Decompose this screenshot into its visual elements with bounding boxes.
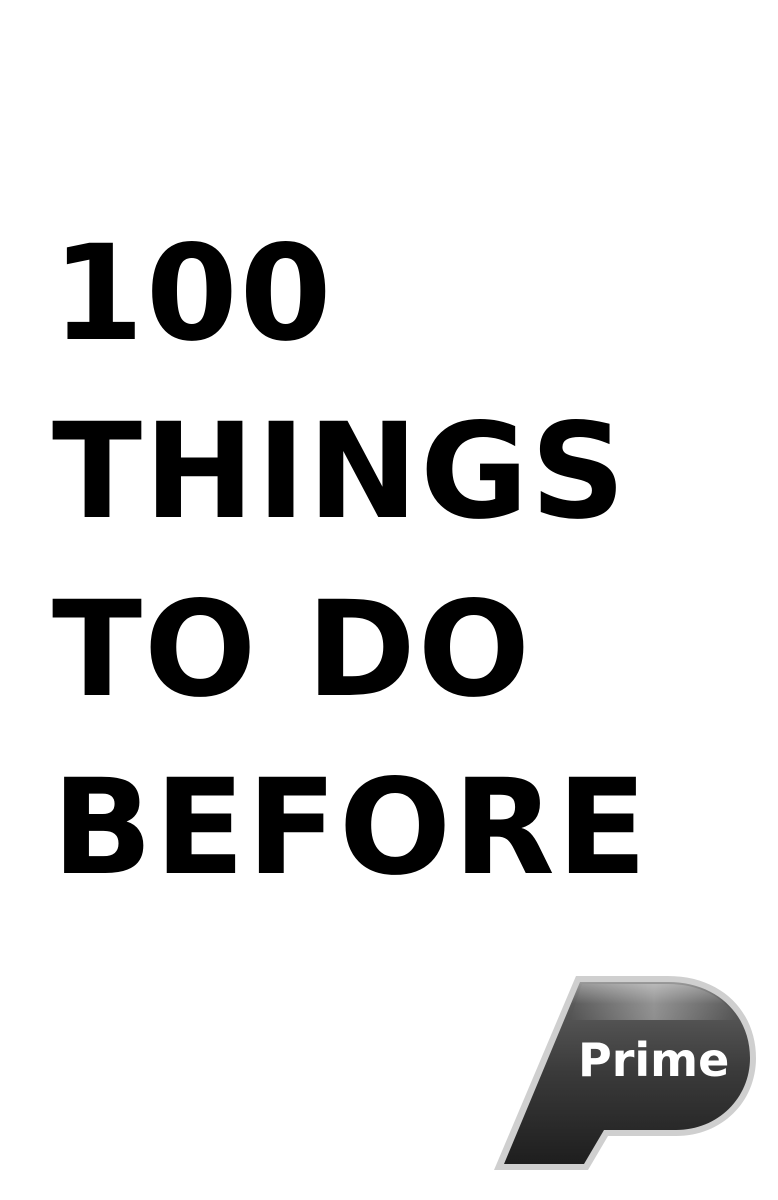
title-line-1: 100	[52, 217, 334, 371]
title-line-4: BEFORE	[52, 751, 649, 905]
title-line-3: TO DO	[52, 573, 532, 727]
page-title: 100 THINGS TO DO BEFORE	[52, 205, 649, 917]
title-line-2: THINGS	[52, 395, 628, 549]
prime-logo-mark: Prime	[494, 976, 756, 1170]
prime-logo: Prime	[490, 970, 760, 1180]
prime-logo-text: Prime	[578, 1033, 729, 1087]
